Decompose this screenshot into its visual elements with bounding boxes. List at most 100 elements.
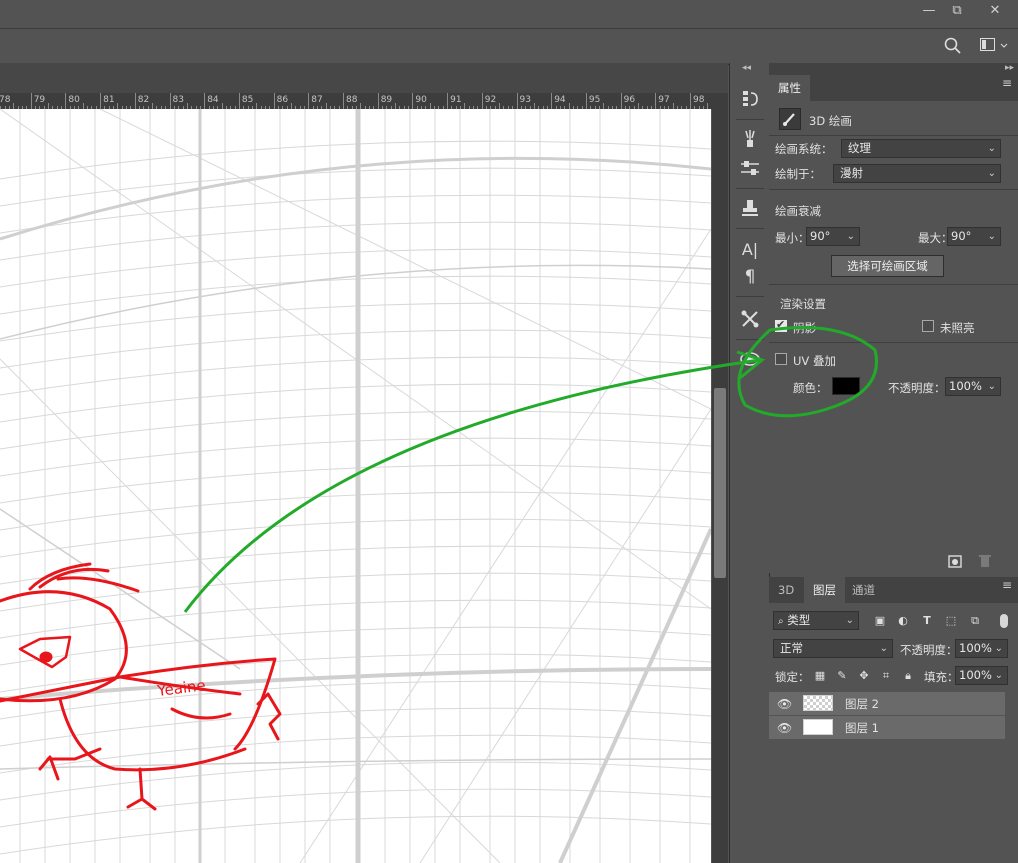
restore-button[interactable]: ⧉ bbox=[938, 0, 976, 20]
layer-thumbnail bbox=[803, 719, 833, 735]
layer-row[interactable]: 👁︎ 图层 1 bbox=[769, 716, 1005, 740]
ruler-label: 78 bbox=[0, 95, 11, 105]
tab-3d[interactable]: 3D bbox=[769, 577, 803, 603]
chevron-down-icon: ⌄ bbox=[879, 643, 888, 654]
scroll-thumb[interactable] bbox=[714, 388, 726, 578]
paint-system-select[interactable]: 纹理 ⌄ bbox=[841, 139, 1001, 158]
ruler-label: 87 bbox=[311, 95, 323, 105]
shape-filter-icon[interactable]: ⬚ bbox=[944, 614, 958, 628]
expand-panel-icon[interactable]: ▸▸ bbox=[1005, 63, 1014, 73]
ruler-label: 96 bbox=[623, 95, 636, 105]
ruler-tick bbox=[620, 93, 622, 109]
layers-tabbar: 3D 图层 通道 ≡ bbox=[769, 577, 1018, 603]
collapse-panel-icon[interactable]: ◂◂ bbox=[742, 63, 751, 73]
character-icon[interactable]: A| bbox=[738, 237, 762, 261]
shadow-label: 阴影 bbox=[793, 321, 816, 335]
chevron-down-icon: ⌄ bbox=[987, 168, 996, 179]
properties-tabbar: 属性 ≡ bbox=[769, 75, 1018, 101]
tool-presets-icon[interactable] bbox=[738, 307, 762, 331]
brush-settings-icon[interactable] bbox=[738, 126, 762, 150]
ruler-tick bbox=[481, 93, 483, 109]
tab-channels[interactable]: 通道 bbox=[843, 577, 884, 603]
ruler-tick bbox=[65, 93, 67, 109]
options-bar bbox=[0, 28, 1018, 65]
blend-mode-select[interactable]: 正常 ⌄ bbox=[773, 639, 893, 658]
history-icon[interactable] bbox=[738, 86, 762, 110]
type-filter-icon[interactable]: T bbox=[920, 614, 934, 628]
image-filter-icon[interactable]: ▣ bbox=[873, 614, 887, 628]
chevron-down-icon: ⌄ bbox=[987, 143, 996, 154]
ruler-label: 86 bbox=[276, 95, 289, 105]
chevron-down-icon: ⌄ bbox=[845, 615, 854, 626]
tab-layers[interactable]: 图层 bbox=[804, 577, 845, 603]
grid-line bbox=[99, 109, 711, 410]
ruler-tick bbox=[516, 93, 518, 109]
fill-field[interactable]: 100% ⌄ bbox=[955, 666, 1008, 685]
filter-toggle[interactable] bbox=[1000, 614, 1008, 628]
adjustment-filter-icon[interactable]: ◐ bbox=[896, 614, 910, 628]
ruler-tick bbox=[169, 93, 171, 109]
ruler-tick bbox=[551, 93, 553, 109]
adjustments-icon[interactable] bbox=[738, 156, 762, 180]
lock-pixels-icon[interactable]: ✎ bbox=[835, 669, 849, 683]
select-paintable-area-button[interactable]: 选择可绘画区域 bbox=[831, 255, 944, 277]
snap-view-icon[interactable] bbox=[947, 553, 963, 572]
lock-position-icon[interactable]: ✥ bbox=[857, 669, 871, 683]
layers-panel: 3D 图层 通道 ≡ ⌕ 类型 ⌄ ▣ ◐ T ⬚ ⧉ 正常 ⌄ 不透明度： 100… bbox=[769, 577, 1018, 863]
paint-system-label: 绘画系统： bbox=[775, 142, 833, 156]
ruler-label: 94 bbox=[554, 95, 566, 105]
ruler-tick bbox=[308, 93, 310, 109]
unlit-checkbox[interactable] bbox=[922, 320, 934, 332]
panel-menu-icon[interactable]: ≡ bbox=[1002, 579, 1014, 591]
layer-name: 图层 2 bbox=[845, 697, 879, 711]
ruler-label: 85 bbox=[241, 95, 254, 105]
uv-overlay-checkbox[interactable] bbox=[775, 353, 787, 365]
3d-materials-icon[interactable] bbox=[738, 347, 762, 371]
layer-filter-select[interactable]: ⌕ 类型 ⌄ bbox=[773, 611, 859, 630]
clone-source-icon[interactable] bbox=[738, 196, 762, 220]
min-angle-field[interactable]: 90° ⌄ bbox=[806, 227, 860, 246]
artboard-icon[interactable]: ⌗ bbox=[879, 669, 893, 683]
chevron-down-icon: ⌄ bbox=[994, 643, 1003, 654]
layer-thumbnail bbox=[803, 695, 833, 711]
search-icon[interactable] bbox=[944, 37, 962, 55]
lock-transparent-icon[interactable]: ▦ bbox=[813, 669, 827, 683]
chevron-down-icon: ⌄ bbox=[987, 381, 996, 392]
workspace-icon[interactable] bbox=[980, 38, 1010, 54]
layer-row[interactable]: 👁︎ 图层 2 bbox=[769, 692, 1005, 716]
paragraph-icon[interactable]: ¶ bbox=[738, 265, 762, 289]
delete-icon[interactable] bbox=[977, 553, 993, 572]
lock-all-icon[interactable]: 🔒︎ bbox=[901, 669, 915, 683]
panel-menu-icon[interactable]: ≡ bbox=[1002, 77, 1014, 89]
tab-properties[interactable]: 属性 bbox=[769, 75, 810, 101]
document-canvas[interactable]: Yeaine bbox=[0, 109, 711, 863]
grid-line bbox=[0, 358, 501, 863]
ruler-label: 88 bbox=[346, 95, 358, 105]
uv-overlay-label: UV 叠加 bbox=[793, 354, 836, 368]
brush-icon bbox=[779, 108, 801, 130]
overlay-color-swatch[interactable] bbox=[832, 377, 860, 395]
panel-icon-strip: ◂◂ A| ¶ bbox=[729, 63, 770, 863]
paint-on-select[interactable]: 漫射 ⌄ bbox=[833, 164, 1001, 183]
max-angle-field[interactable]: 90° ⌄ bbox=[947, 227, 1001, 246]
ruler-label: 82 bbox=[137, 95, 150, 105]
lock-label: 锁定： bbox=[775, 670, 810, 684]
unlit-label: 未照亮 bbox=[940, 321, 975, 335]
min-label: 最小： bbox=[775, 231, 810, 245]
opacity-label: 不透明度： bbox=[888, 381, 946, 395]
ruler-label: 93 bbox=[519, 95, 531, 105]
ruler-tick bbox=[273, 93, 275, 109]
ruler-label: 81 bbox=[103, 95, 115, 105]
layer-opacity-field[interactable]: 100% ⌄ bbox=[955, 639, 1008, 658]
ruler-tick bbox=[412, 93, 414, 109]
shadow-checkbox[interactable] bbox=[775, 318, 787, 332]
eye-icon[interactable]: 👁︎ bbox=[777, 721, 792, 735]
close-button[interactable]: ✕ bbox=[975, 0, 1015, 20]
smart-object-filter-icon[interactable]: ⧉ bbox=[968, 614, 982, 628]
overlay-opacity-field[interactable]: 100% ⌄ bbox=[945, 377, 1001, 396]
ruler-label: 97 bbox=[658, 95, 670, 105]
eye-icon[interactable]: 👁︎ bbox=[777, 697, 792, 711]
chevron-down-icon: ⌄ bbox=[994, 670, 1003, 681]
render-settings-heading: 渲染设置 bbox=[780, 297, 826, 311]
falloff-heading: 绘画衰减 bbox=[775, 204, 821, 218]
